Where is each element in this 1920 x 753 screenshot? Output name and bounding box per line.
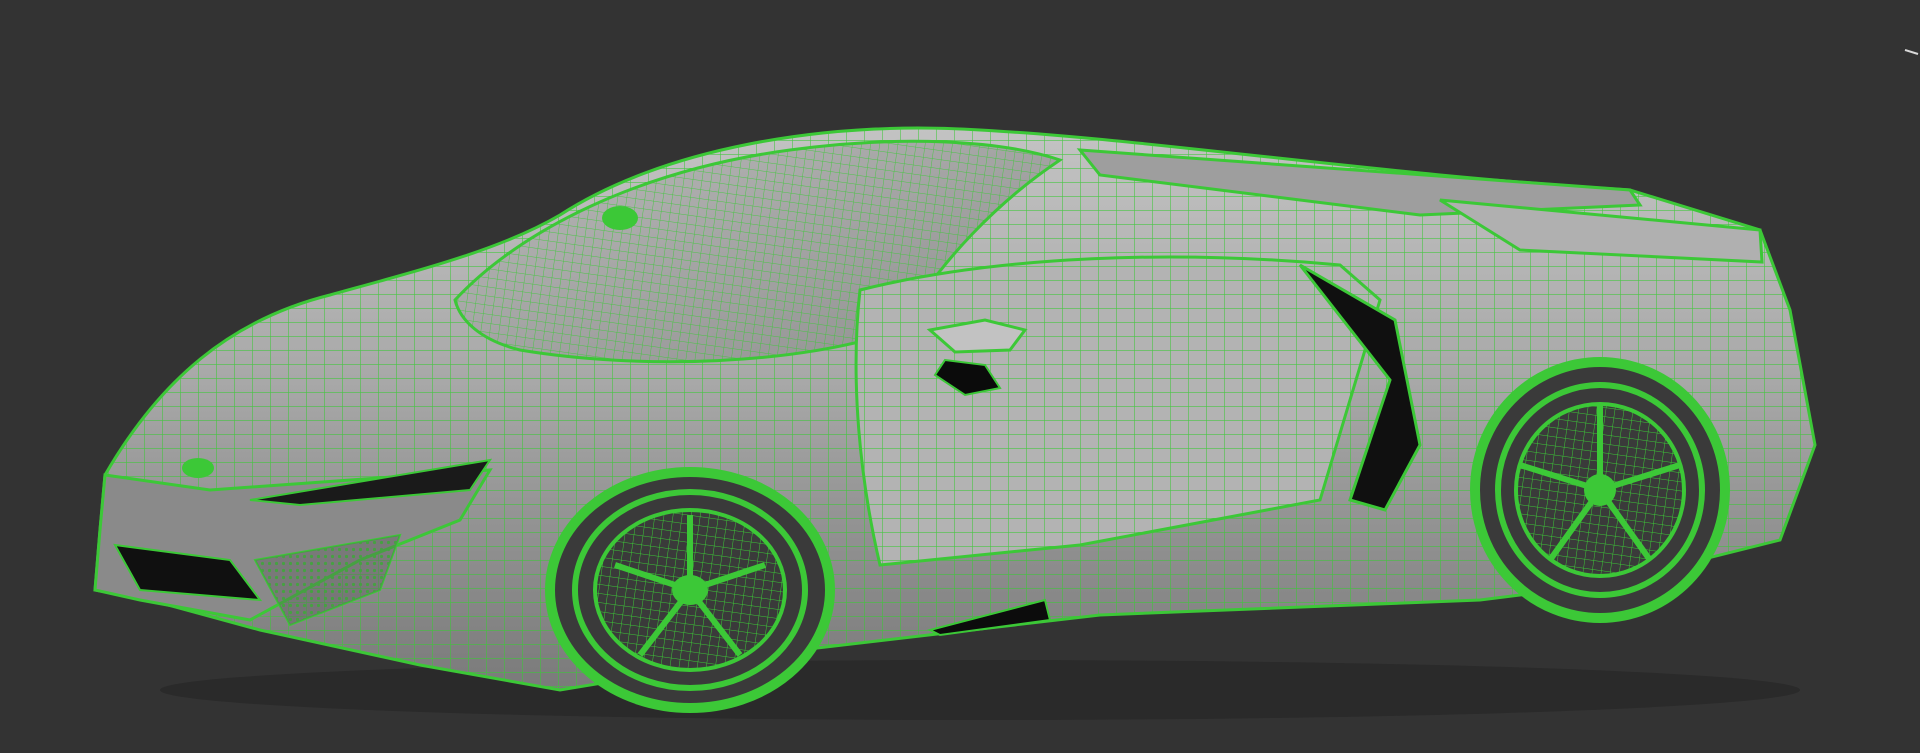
front-wheel[interactable] [545,467,835,713]
ground-shadow [160,660,1800,720]
viewport-gizmo-icon [1904,49,1919,55]
car-wireframe-render[interactable] [0,0,1920,753]
front-emblem [182,458,214,478]
3d-viewport[interactable] [0,0,1920,753]
roof-antenna [602,206,638,230]
rear-wheel[interactable] [1470,357,1730,623]
